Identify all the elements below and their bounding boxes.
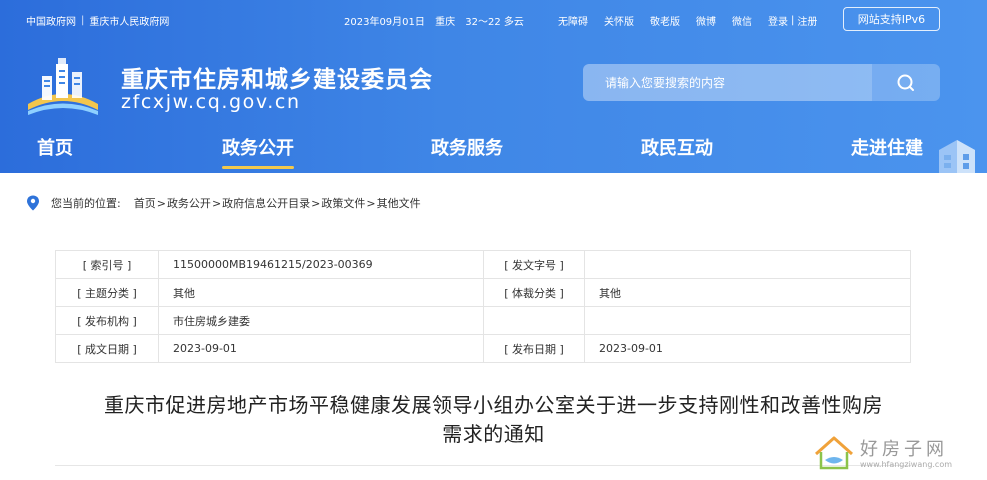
meta-value-publisher: 市住房城乡建委: [158, 306, 484, 335]
title-divider: [55, 465, 911, 466]
nav-about[interactable]: 走进住建: [851, 134, 923, 160]
search-input[interactable]: [583, 64, 872, 101]
search-icon: [897, 74, 914, 91]
weather-text: 32～22 多云: [465, 17, 524, 28]
meta-key-genre: [ 体裁分类 ]: [483, 278, 585, 307]
breadcrumb-separator: >: [211, 196, 222, 210]
weather-city: 重庆: [435, 17, 456, 28]
document-title-line-1: 重庆市促进房地产市场平稳健康发展领导小组办公室关于进一步支持刚性和改善性购房: [104, 393, 883, 417]
meta-value-publish-date: 2023-09-01: [584, 334, 911, 363]
link-cq-gov[interactable]: 重庆市人民政府网: [89, 13, 169, 28]
site-header: 中国政府网 | 重庆市人民政府网 2023年09月01日 重庆 32～22 多云…: [0, 0, 987, 173]
search-button[interactable]: [872, 64, 940, 101]
main-nav: 首页 政务公开 政务服务 政民互动 走进住建: [0, 130, 987, 173]
house-logo-icon: [815, 436, 853, 470]
meta-value-written-date: 2023-09-01: [158, 334, 484, 363]
breadcrumb-other-docs[interactable]: 其他文件: [377, 195, 421, 211]
weibo-link[interactable]: 微博: [696, 13, 716, 28]
nav-home[interactable]: 首页: [37, 134, 73, 160]
document-meta-table: [ 索引号 ] 11500000MB19461215/2023-00369 [ …: [55, 250, 911, 363]
care-version-link[interactable]: 关怀版: [604, 13, 634, 28]
breadcrumb-separator: >: [366, 196, 376, 210]
meta-value-topic: 其他: [158, 278, 484, 307]
breadcrumb-label: 您当前的位置:: [51, 197, 121, 210]
breadcrumb: 您当前的位置: 首页 > 政务公开 > 政府信息公开目录 > 政策文件 > 其他…: [26, 195, 421, 211]
top-links: 中国政府网 | 重庆市人民政府网: [26, 13, 169, 28]
meta-key-index-no: [ 索引号 ]: [55, 250, 159, 279]
site-domain: zfcxjw.cq.gov.cn: [121, 91, 301, 113]
nav-gov-services[interactable]: 政务服务: [431, 134, 503, 160]
site-logo-icon[interactable]: [24, 54, 102, 116]
register-link[interactable]: 注册: [797, 13, 817, 28]
date-weather: 2023年09月01日 重庆 32～22 多云: [344, 13, 531, 28]
meta-value-doc-number: [584, 250, 911, 279]
elderly-version-link[interactable]: 敬老版: [650, 13, 680, 28]
nav-interaction[interactable]: 政民互动: [641, 134, 713, 160]
current-date: 2023年09月01日: [344, 17, 425, 28]
meta-key-publish-date: [ 发布日期 ]: [483, 334, 585, 363]
site-title[interactable]: 重庆市住房和城乡建设委员会: [121, 60, 433, 94]
meta-key-publisher: [ 发布机构 ]: [55, 306, 159, 335]
watermark: 好房子网 www.hfangziwang.com: [812, 432, 972, 477]
table-row: [ 发布机构 ] 市住房城乡建委: [55, 306, 911, 335]
breadcrumb-separator: >: [156, 196, 166, 210]
meta-empty-cell: [584, 306, 911, 335]
breadcrumb-info-catalog[interactable]: 政府信息公开目录: [222, 195, 310, 211]
accessibility-link[interactable]: 无障碍: [558, 13, 588, 28]
watermark-url: www.hfangziwang.com: [860, 460, 953, 469]
link-separator: |: [81, 15, 85, 26]
nav-gov-affairs-open[interactable]: 政务公开: [222, 134, 294, 169]
link-gov-cn[interactable]: 中国政府网: [26, 13, 76, 28]
wechat-link[interactable]: 微信: [732, 13, 752, 28]
meta-key-topic: [ 主题分类 ]: [55, 278, 159, 307]
search-box: [583, 64, 940, 101]
table-row: [ 成文日期 ] 2023-09-01 [ 发布日期 ] 2023-09-01: [55, 334, 911, 363]
meta-key-written-date: [ 成文日期 ]: [55, 334, 159, 363]
login-register: 登录 | 注册: [768, 13, 817, 28]
building-illustration-icon: [939, 140, 975, 173]
meta-empty-cell: [483, 306, 585, 335]
location-pin-icon: [27, 195, 39, 211]
breadcrumb-policy-docs[interactable]: 政策文件: [321, 195, 365, 211]
meta-value-genre: 其他: [584, 278, 911, 307]
top-tools: 无障碍 关怀版 敬老版 微博 微信 登录 | 注册: [558, 13, 817, 28]
table-row: [ 主题分类 ] 其他 [ 体裁分类 ] 其他: [55, 278, 911, 307]
watermark-name: 好房子网: [860, 439, 948, 460]
meta-key-doc-number: [ 发文字号 ]: [483, 250, 585, 279]
meta-value-index-no: 11500000MB19461215/2023-00369: [158, 250, 484, 279]
login-link[interactable]: 登录: [768, 13, 788, 28]
top-bar: 中国政府网 | 重庆市人民政府网 2023年09月01日 重庆 32～22 多云…: [0, 0, 987, 36]
breadcrumb-separator: >: [311, 196, 321, 210]
table-row: [ 索引号 ] 11500000MB19461215/2023-00369 [ …: [55, 250, 911, 279]
login-separator: |: [791, 15, 795, 26]
breadcrumb-gov-affairs-open[interactable]: 政务公开: [167, 195, 211, 211]
ipv6-support-button[interactable]: 网站支持IPv6: [843, 7, 940, 31]
breadcrumb-home[interactable]: 首页: [134, 195, 156, 211]
